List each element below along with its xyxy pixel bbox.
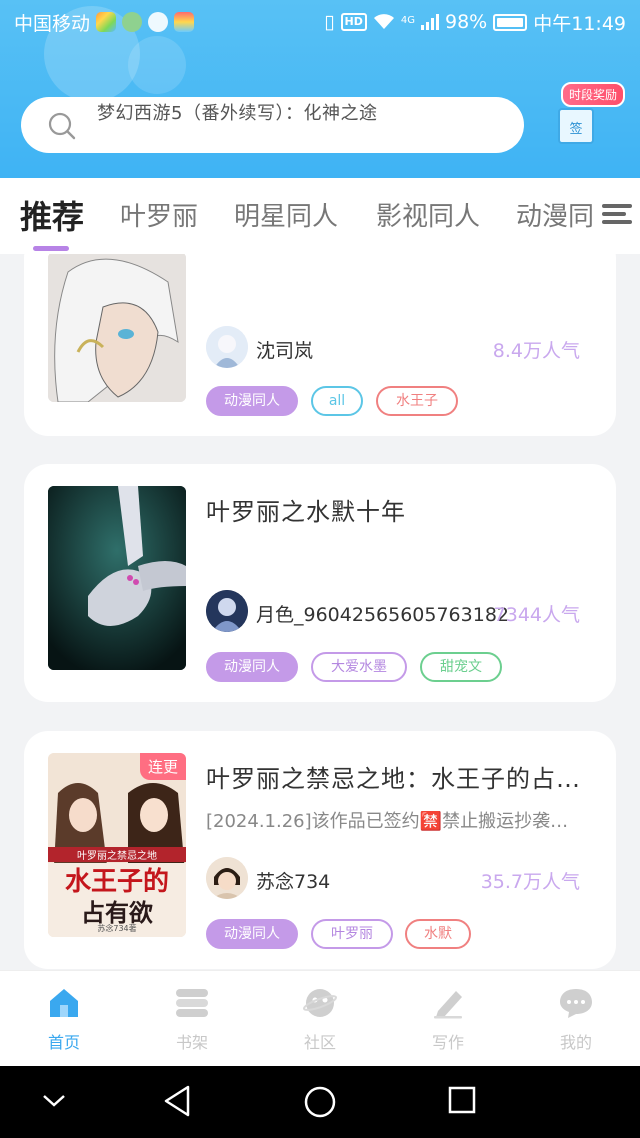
app-store-icon (96, 12, 117, 32)
author-name[interactable]: 沈司岚 (256, 336, 313, 363)
book-feed[interactable]: 沈司岚 8.4万人气 动漫同人 all 水王子 叶罗丽之水默十年 月色_9604… (0, 254, 640, 970)
nav-write-label: 写作 (431, 1033, 464, 1052)
decor-bubble (128, 36, 186, 94)
home-button-icon[interactable] (302, 1084, 338, 1120)
book-description: [2024.1.26]该作品已签约🈲禁止搬运抄袭… (206, 811, 569, 832)
home-icon (50, 989, 78, 1017)
reward-button[interactable]: 时段奖励 签 (548, 82, 628, 152)
back-icon[interactable] (162, 1084, 194, 1118)
author-avatar[interactable] (206, 326, 248, 368)
cover-author: 苏念734著 (97, 924, 137, 933)
popularity-count: 35.7万人气 (480, 871, 580, 893)
battery-icon (493, 13, 528, 31)
book-card[interactable]: 叶罗丽之水默十年 月色_96042565605763182 7344人气 动漫同… (24, 464, 616, 702)
search-icon (48, 112, 76, 140)
wifi-icon (373, 14, 394, 29)
author-name[interactable]: 苏念734 (256, 867, 330, 894)
popularity-count: 8.4万人气 (492, 340, 580, 362)
book-cover[interactable]: 叶罗丽之禁忌之地 水王子的 占有欲 苏念734著 连更 (48, 753, 186, 937)
nav-community-label: 社区 (303, 1033, 336, 1052)
cover-subtitle: 叶罗丽之禁忌之地 (48, 847, 186, 862)
profile-icon (560, 989, 592, 1018)
network-type: 4G (400, 14, 415, 26)
category-tabs: 推荐 叶罗丽 明星同人 影视同人 动漫同 (0, 178, 640, 254)
tab-celebrity-fanfic[interactable]: 明星同人 (234, 196, 338, 233)
tag-chip[interactable]: 水王子 (376, 386, 458, 416)
tag-chip[interactable]: 动漫同人 (206, 386, 298, 416)
book-card[interactable]: 叶罗丽之禁忌之地 水王子的 占有欲 苏念734著 连更 叶罗丽之禁忌之地：水王子… (24, 731, 616, 969)
book-cover[interactable] (48, 254, 186, 402)
search-bar[interactable]: 梦幻西游5（番外续写）：化神之途 (21, 97, 524, 153)
nav-home-label: 首页 (47, 1033, 80, 1052)
menu-icon[interactable] (600, 200, 634, 230)
nav-home[interactable]: 首页 (24, 987, 104, 1053)
book-cover[interactable] (48, 486, 186, 670)
write-icon (434, 991, 462, 1019)
tag-chip[interactable]: 动漫同人 (206, 652, 298, 682)
tag-chip[interactable]: 甜宠文 (420, 652, 502, 682)
header: 中国移动 ▯ HD 4G 98% 中午11:49 梦幻西游5（番外续写）：化神之… (0, 0, 640, 178)
bottom-nav: 首页 书架 社区 写作 我的 (0, 970, 640, 1066)
nav-community[interactable]: 社区 (280, 987, 360, 1053)
android-icon (122, 12, 143, 32)
book-title[interactable]: 叶罗丽之禁忌之地：水王子的占… (206, 759, 581, 794)
wechat-icon (148, 12, 169, 32)
vibrate-icon: ▯ (324, 11, 335, 33)
nav-profile-label: 我的 (559, 1033, 592, 1052)
author-name[interactable]: 月色_96042565605763182 (256, 600, 509, 627)
hd-icon: HD (340, 13, 367, 31)
tag-chip[interactable]: 水默 (405, 919, 471, 949)
gallery-icon (174, 12, 195, 32)
clock: 中午11:49 (533, 12, 626, 35)
search-placeholder: 梦幻西游5（番外续写）：化神之途 (97, 103, 378, 124)
active-tab-indicator (33, 246, 69, 251)
book-card[interactable]: 沈司岚 8.4万人气 动漫同人 all 水王子 (24, 254, 616, 436)
book-title[interactable]: 叶罗丽之水默十年 (206, 492, 406, 527)
carrier-label: 中国移动 (14, 12, 91, 35)
tab-film-tv-fanfic[interactable]: 影视同人 (376, 196, 480, 233)
battery-percent: 98% (445, 11, 488, 33)
nav-write[interactable]: 写作 (408, 987, 488, 1053)
tag-chip[interactable]: 动漫同人 (206, 919, 298, 949)
nav-bookshelf[interactable]: 书架 (152, 987, 232, 1053)
tab-anime-fanfic[interactable]: 动漫同 (516, 196, 594, 233)
bookshelf-icon (176, 989, 208, 1017)
tag-chip[interactable]: 大爱水墨 (311, 652, 407, 682)
reward-badge: 时段奖励 (561, 82, 626, 107)
gift-icon: 签 (558, 108, 594, 144)
popularity-count: 7344人气 (493, 604, 580, 626)
tag-chip[interactable]: all (311, 386, 363, 416)
author-avatar[interactable] (206, 857, 248, 899)
recent-apps-icon[interactable] (446, 1084, 478, 1116)
author-avatar[interactable] (206, 590, 248, 632)
tag-chip[interactable]: 叶罗丽 (311, 919, 393, 949)
status-bar: 中国移动 ▯ HD 4G 98% 中午11:49 (0, 0, 640, 44)
tab-yeluoli[interactable]: 叶罗丽 (120, 196, 198, 233)
tab-recommend[interactable]: 推荐 (20, 192, 84, 238)
nav-bookshelf-label: 书架 (175, 1033, 208, 1052)
signal-icon (421, 14, 439, 30)
system-nav-bar (0, 1066, 640, 1138)
community-icon (302, 989, 338, 1017)
collapse-chevron-icon[interactable] (38, 1084, 70, 1116)
nav-profile[interactable]: 我的 (536, 987, 616, 1053)
serializing-badge: 连更 (139, 753, 186, 780)
